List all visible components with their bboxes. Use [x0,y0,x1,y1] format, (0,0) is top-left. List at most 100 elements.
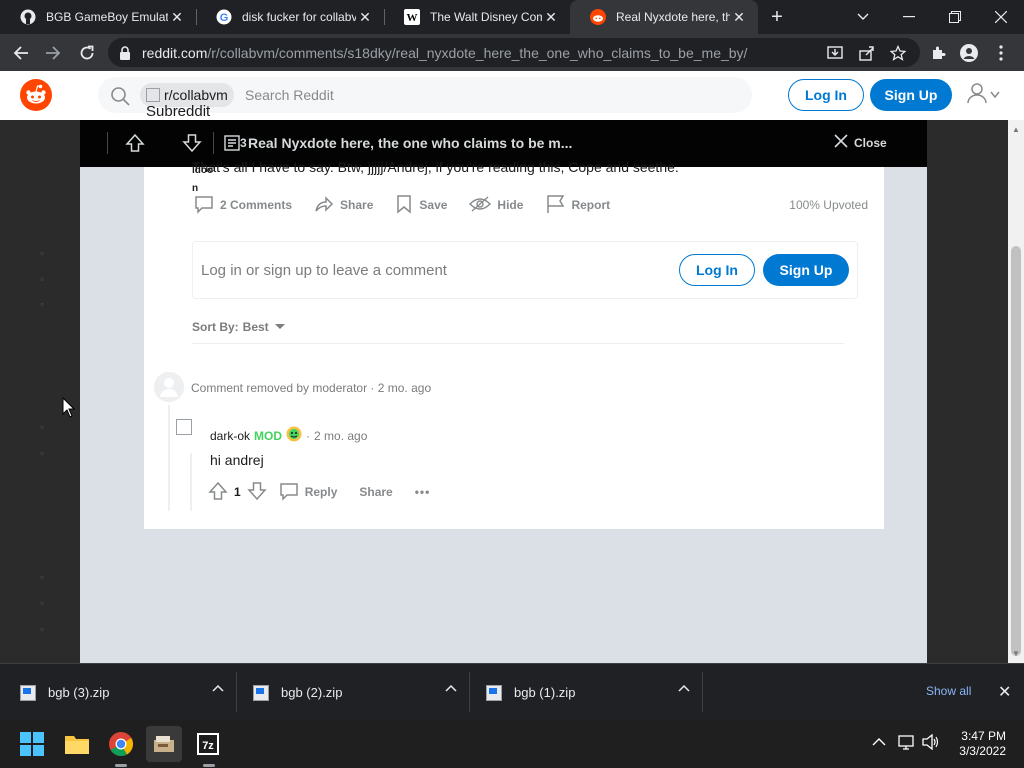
url-text[interactable]: reddit.com/r/collabvm/comments/s18dky/re… [142,45,747,61]
share-icon[interactable] [858,44,876,62]
windows-start-icon[interactable] [18,730,46,758]
reply-upvote-icon[interactable] [208,481,228,504]
comment-signup-button[interactable]: Sign Up [763,254,849,286]
hide-button[interactable]: Hide [469,195,523,215]
comment-icon [194,194,214,217]
tab-close-icon[interactable]: ✕ [356,9,374,26]
download-item[interactable]: bgb (3).zip [20,664,236,721]
svg-text:7z: 7z [202,740,214,752]
7zip-icon[interactable]: 7z [194,730,222,758]
header-signup-button[interactable]: Sign Up [870,79,952,111]
tab-disk[interactable]: G disk fucker for collabvm ✕ [196,0,384,34]
tab-close-icon[interactable]: ✕ [168,9,186,26]
chevron-up-icon[interactable] [445,684,457,695]
bar-divider [107,132,108,154]
window-close-icon[interactable] [978,0,1024,34]
comment-login-box: Log in or sign up to leave a comment Log… [192,241,858,299]
back-icon[interactable] [8,40,34,66]
thread-line[interactable] [168,405,170,511]
download-item[interactable]: bgb (2).zip [253,664,469,721]
reply-share-button[interactable]: Share [359,485,392,499]
comment-login-button[interactable]: Log In [679,254,755,286]
app-icon[interactable] [146,726,182,762]
share-button[interactable]: Share [314,194,373,217]
user-icon [966,82,988,109]
running-app-indicator [203,764,215,767]
address-bar[interactable]: reddit.com/r/collabvm/comments/s18dky/re… [108,38,920,67]
reddit-icon [590,9,606,25]
post-text-icon [224,135,240,156]
reload-icon[interactable] [74,40,100,66]
browser-tab-bar: BGB GameBoy Emulator ✕ G disk fucker for… [0,0,1024,34]
reply-time: 2 mo. ago [314,428,368,443]
post-actions: 2 Comments Share Save Hide Report [194,193,632,217]
more-options-icon[interactable]: ••• [415,485,431,499]
svg-text:G: G [220,12,229,24]
tab-close-icon[interactable]: ✕ [542,9,560,26]
minimize-icon[interactable] [886,0,932,34]
tab-reddit-active[interactable]: Real Nyxdote here, the one who ✕ [570,0,758,34]
volume-icon[interactable] [922,733,940,755]
chrome-menu-icon[interactable] [988,40,1014,66]
removed-avatar [154,372,184,402]
install-app-icon[interactable] [826,44,844,62]
downvote-icon[interactable] [182,133,202,158]
flag-icon [545,194,565,217]
scrollbar-thumb[interactable] [1011,246,1021,656]
download-item[interactable]: bgb (1).zip [486,664,702,721]
system-clock[interactable]: 3:47 PM 3/3/2022 [946,729,1006,759]
restore-icon[interactable] [932,0,978,34]
scroll-down-icon[interactable]: ▼ [1012,650,1020,658]
reply-body: hi andrej [210,452,264,468]
reply-downvote-icon[interactable] [247,481,267,504]
download-shelf: bgb (3).zip bgb (2).zip bgb (1).zip Show… [0,663,1024,720]
shelf-close-icon[interactable]: ✕ [998,682,1011,702]
search-placeholder[interactable]: Search Reddit [245,87,334,103]
reply-meta: dark-ok MOD · 2 mo. ago [210,426,367,445]
sort-dropdown[interactable]: Sort By: Best [192,320,287,334]
upvote-icon[interactable] [125,133,145,158]
tab-search-icon[interactable] [840,0,886,34]
show-all-downloads-button[interactable]: Show all [926,684,971,698]
extensions-icon[interactable] [925,40,951,66]
hide-eye-icon [469,195,492,215]
tab-close-icon[interactable]: ✕ [730,9,748,26]
tab-title: The Walt Disney Company [430,10,542,24]
chrome-icon[interactable] [107,730,135,758]
windows-taskbar: 7z 3:47 PM 3/3/2022 [0,720,1024,768]
tab-title: Real Nyxdote here, the one who [616,10,730,24]
reply-thread-line[interactable] [190,453,192,511]
upvote-ratio: 100% Upvoted [789,198,868,212]
chevron-up-icon[interactable] [678,684,690,695]
lock-icon[interactable] [116,44,134,62]
share-arrow-icon [314,194,334,217]
scroll-up-icon[interactable]: ▲ [1012,126,1020,134]
header-login-button[interactable]: Log In [788,79,864,111]
close-button[interactable]: Close [834,134,887,151]
comments-button[interactable]: 2 Comments [194,194,292,217]
reply-author[interactable]: dark-ok [210,429,250,443]
report-button[interactable]: Report [545,194,610,217]
profile-icon[interactable] [956,40,982,66]
forward-icon[interactable] [40,40,66,66]
tab-disney[interactable]: W The Walt Disney Company ✕ [384,0,570,34]
file-explorer-icon[interactable] [63,730,91,758]
tab-bgb[interactable]: BGB GameBoy Emulator ✕ [0,0,196,34]
reply-avatar[interactable] [176,419,192,435]
reply-button[interactable]: Reply [279,481,337,504]
page-scrollbar[interactable]: ▲ ▼ [1008,120,1024,663]
chevron-up-icon[interactable] [212,684,224,695]
browser-toolbar: reddit.com/r/collabvm/comments/s18dky/re… [0,34,1024,71]
bookmark-star-icon[interactable] [889,44,907,62]
tray-chevron-up-icon[interactable] [872,734,886,752]
reddit-logo-icon[interactable] [20,79,52,111]
post-card: That's all I have to say. Btw, jjjjj/And… [144,159,884,529]
bookmark-icon [395,194,413,217]
save-button[interactable]: Save [395,194,447,217]
new-tab-icon[interactable]: + [766,4,788,30]
network-icon[interactable] [898,734,916,755]
post-author-clipped: ldoo [192,165,214,176]
caret-down-icon [273,320,287,334]
tab-title: BGB GameBoy Emulator [46,10,168,24]
user-menu[interactable] [966,82,1006,109]
